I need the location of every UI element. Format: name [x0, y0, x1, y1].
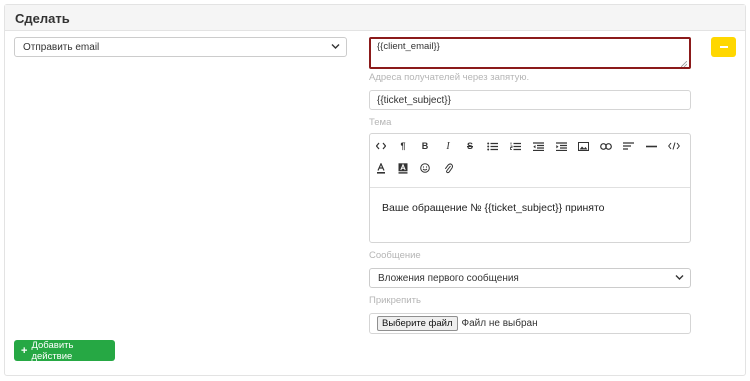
add-action-button[interactable]: + Добавить действие [14, 339, 115, 362]
recipients-field[interactable]: {{client_email}} [369, 37, 691, 69]
attachments-value: Вложения первого сообщения [378, 272, 519, 284]
file-status: Файл не выбран [461, 318, 538, 329]
horizontal-rule-icon[interactable] [643, 138, 659, 154]
resize-handle-icon[interactable] [680, 59, 688, 68]
attachment-icon[interactable] [440, 160, 456, 176]
subject-value: {{ticket_subject}} [377, 94, 451, 106]
align-left-icon[interactable] [620, 138, 636, 154]
chevron-down-icon [675, 273, 684, 284]
link-icon[interactable] [598, 138, 614, 154]
editor-toolbar: ¶ B I S [370, 134, 690, 188]
subject-input[interactable]: {{ticket_subject}} [369, 90, 691, 110]
emoji-icon[interactable] [417, 160, 433, 176]
bold-icon[interactable]: B [417, 138, 433, 154]
choose-file-button[interactable]: Выберите файл [377, 316, 458, 331]
recipients-hint: Адреса получателей через запятую. [369, 72, 530, 83]
minus-icon [719, 46, 728, 48]
numbered-list-icon[interactable] [507, 138, 523, 154]
remove-action-button[interactable] [711, 37, 736, 57]
bullet-list-icon[interactable] [484, 138, 500, 154]
recipients-value: {{client_email}} [377, 41, 440, 52]
paragraph-icon[interactable]: ¶ [395, 138, 411, 154]
action-type-value: Отправить email [23, 41, 100, 53]
text-color-icon[interactable] [373, 160, 389, 176]
html-code-icon[interactable] [666, 138, 682, 154]
panel-title: Сделать [5, 5, 745, 31]
background-color-icon[interactable] [395, 160, 411, 176]
outdent-icon[interactable] [530, 138, 546, 154]
attachments-select[interactable]: Вложения первого сообщения [369, 268, 691, 288]
attach-hint: Прикрепить [369, 295, 421, 306]
editor-content[interactable]: Ваше обращение № {{ticket_subject}} прин… [370, 188, 690, 228]
add-action-label: Добавить действие [31, 339, 74, 362]
code-view-icon[interactable] [373, 138, 389, 154]
message-hint: Сообщение [369, 250, 421, 261]
message-editor: ¶ B I S Ваше обращение № {{ticket_subjec… [369, 133, 691, 243]
chevron-down-icon [331, 42, 340, 53]
plus-icon: + [21, 344, 28, 357]
italic-icon[interactable]: I [440, 138, 456, 154]
indent-icon[interactable] [553, 138, 569, 154]
image-icon[interactable] [575, 138, 591, 154]
action-type-select[interactable]: Отправить email [14, 37, 347, 57]
subject-hint: Тема [369, 117, 392, 128]
strikethrough-icon[interactable]: S [462, 138, 478, 154]
file-input: Выберите файл Файл не выбран [369, 313, 691, 334]
